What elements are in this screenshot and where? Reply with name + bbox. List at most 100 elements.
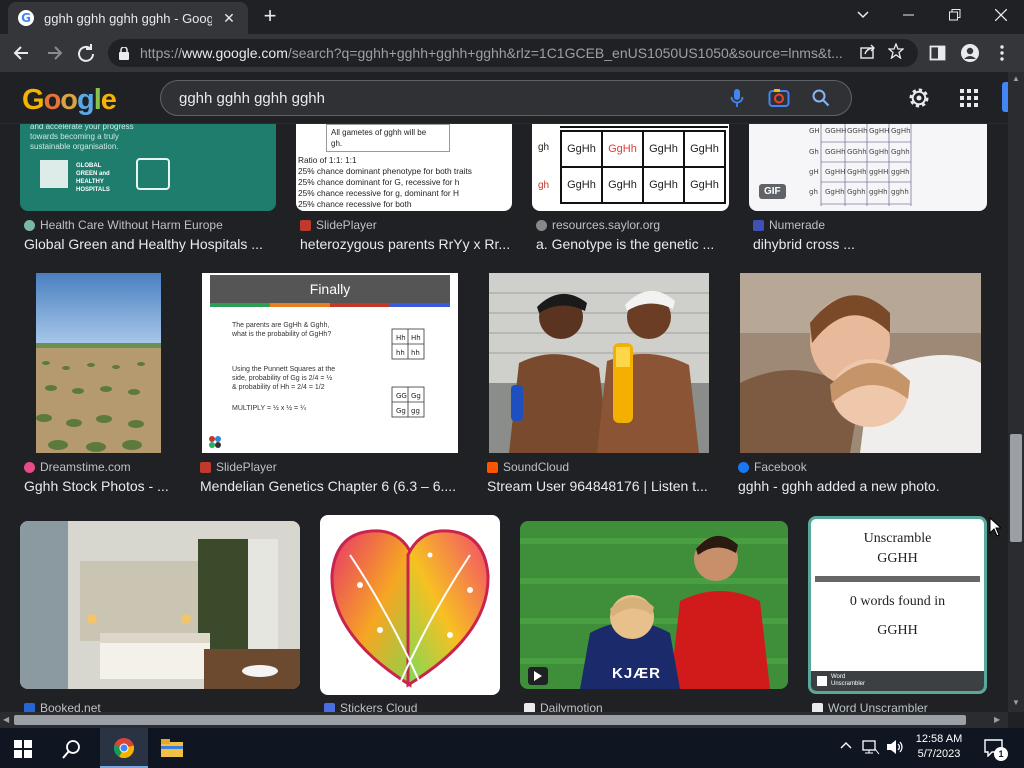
taskbar-chrome-button[interactable] bbox=[100, 728, 148, 768]
new-tab-button[interactable]: + bbox=[258, 4, 282, 28]
taskbar-clock[interactable]: 12:58 AM 5/7/2023 bbox=[906, 732, 972, 762]
logo-caption: GLOBAL GREEN and HEALTHY HOSPITALS bbox=[76, 163, 110, 193]
tab-close-button[interactable]: ✕ bbox=[220, 10, 238, 27]
source-name: Health Care Without Harm Europe bbox=[40, 218, 223, 232]
network-icon[interactable] bbox=[862, 739, 880, 755]
browser-tab[interactable]: G gghh gghh gghh gghh - Google ✕ bbox=[8, 2, 248, 34]
result-source[interactable]: Word Unscrambler bbox=[812, 701, 928, 712]
result-thumbnail[interactable] bbox=[20, 521, 300, 689]
slide-heading: Finally bbox=[210, 275, 450, 303]
result-source[interactable]: Numerade bbox=[753, 218, 825, 232]
image-result-card[interactable]: Facebook gghh - gghh added a new photo. bbox=[734, 273, 984, 503]
image-result-card[interactable]: All gametes of gghh will be gh. Ratio of… bbox=[296, 124, 512, 254]
result-thumbnail[interactable]: Finally The parents are GgHh & Gghh, wha… bbox=[202, 273, 458, 453]
vertical-scroll-thumb[interactable] bbox=[1010, 434, 1022, 542]
menu-dots-icon[interactable] bbox=[992, 43, 1012, 63]
result-thumbnail[interactable] bbox=[489, 273, 709, 453]
image-result-card[interactable]: Finally The parents are GgHh & Gghh, wha… bbox=[196, 273, 462, 503]
result-source[interactable]: Booked.net bbox=[24, 701, 101, 712]
image-result-card[interactable]: Booked.net bbox=[20, 521, 300, 712]
horizontal-scrollbar[interactable]: ◀ ▶ bbox=[0, 712, 1008, 728]
grid-cell: GgHh bbox=[644, 168, 683, 202]
result-thumbnail[interactable] bbox=[36, 273, 161, 453]
result-source[interactable]: SoundCloud bbox=[487, 460, 569, 474]
reload-icon[interactable] bbox=[74, 41, 98, 65]
result-thumbnail[interactable]: and accelerate your progress towards bec… bbox=[20, 124, 276, 211]
settings-gear-icon[interactable] bbox=[907, 86, 931, 110]
scroll-left-arrow-icon[interactable]: ◀ bbox=[3, 715, 9, 724]
result-source[interactable]: Facebook bbox=[738, 460, 807, 474]
result-source[interactable]: Health Care Without Harm Europe bbox=[24, 218, 223, 232]
image-result-card[interactable]: KJÆR Dailymotion bbox=[520, 521, 788, 712]
result-title[interactable]: Stream User 964848176 | Listen t... bbox=[487, 478, 711, 494]
image-result-card[interactable]: Dreamstime.com Gghh Stock Photos - ... bbox=[20, 273, 180, 503]
windows-start-icon[interactable] bbox=[14, 740, 32, 758]
google-header: Google gghh gghh gghh gghh bbox=[0, 72, 1008, 124]
scroll-right-arrow-icon[interactable]: ▶ bbox=[994, 715, 1000, 724]
close-window-button[interactable] bbox=[978, 0, 1024, 30]
horizontal-scroll-thumb[interactable] bbox=[14, 715, 966, 725]
result-title[interactable]: Gghh Stock Photos - ... bbox=[24, 478, 180, 494]
profile-avatar-icon[interactable] bbox=[960, 43, 980, 63]
search-query-text[interactable]: gghh gghh gghh gghh bbox=[179, 90, 707, 107]
result-thumbnail[interactable]: KJÆR bbox=[520, 521, 788, 689]
result-thumbnail[interactable]: All gametes of gghh will be gh. Ratio of… bbox=[296, 124, 512, 211]
result-thumbnail[interactable] bbox=[320, 515, 500, 695]
share-icon[interactable] bbox=[860, 43, 880, 63]
result-title[interactable]: a. Genotype is the genetic ... bbox=[536, 236, 726, 252]
result-source[interactable]: SlidePlayer bbox=[300, 218, 377, 232]
back-icon[interactable] bbox=[10, 41, 34, 65]
result-title[interactable]: Global Green and Healthy Hospitals ... bbox=[24, 236, 276, 252]
vertical-scrollbar[interactable]: ▲ ▼ bbox=[1008, 72, 1024, 712]
notification-count-badge: 1 bbox=[994, 747, 1008, 761]
result-source[interactable]: Stickers Cloud bbox=[324, 701, 417, 712]
search-icon[interactable] bbox=[809, 86, 833, 110]
minimize-button[interactable] bbox=[886, 0, 932, 30]
result-title[interactable]: gghh - gghh added a new photo. bbox=[738, 478, 984, 494]
play-icon[interactable] bbox=[528, 667, 548, 685]
thumb-text: 25% chance dominant phenotype for both t… bbox=[298, 166, 472, 176]
side-panel-icon[interactable] bbox=[928, 43, 948, 63]
sign-in-button-edge[interactable] bbox=[1002, 82, 1008, 112]
image-result-card[interactable]: SoundCloud Stream User 964848176 | Liste… bbox=[483, 273, 713, 503]
scroll-down-arrow-icon[interactable]: ▼ bbox=[1012, 698, 1020, 707]
image-result-card[interactable]: GH Gh gH gh GGHH GGHh GgHH GgHh GGHh GGhh GgHh Gg… bbox=[749, 124, 987, 254]
image-result-card[interactable]: Unscramble GGHH 0 words found in GGHH Wo… bbox=[808, 516, 988, 712]
forward-icon[interactable] bbox=[42, 41, 66, 65]
result-source[interactable]: Dreamstime.com bbox=[24, 460, 131, 474]
volume-icon[interactable] bbox=[886, 739, 904, 755]
taskbar-search-icon[interactable] bbox=[62, 739, 82, 759]
result-source[interactable]: resources.saylor.org bbox=[536, 218, 660, 232]
result-thumbnail[interactable]: gh gh GgHh GgHh GgHh GgHh GgHh GgHh GgHh… bbox=[532, 124, 729, 211]
result-title[interactable]: heterozygous parents RrYy x Rr... bbox=[300, 236, 512, 252]
restore-button[interactable] bbox=[932, 0, 978, 30]
google-logo[interactable]: Google bbox=[22, 84, 117, 117]
address-bar[interactable]: https://www.google.com/search?q=gghh+ggh… bbox=[108, 39, 918, 67]
file-explorer-icon[interactable] bbox=[160, 738, 184, 758]
notification-center-icon[interactable]: 1 bbox=[984, 739, 1008, 761]
result-title[interactable]: dihybrid cross ... bbox=[753, 236, 985, 252]
browser-toolbar: https://www.google.com/search?q=gghh+ggh… bbox=[0, 34, 1024, 72]
search-input[interactable]: gghh gghh gghh gghh bbox=[160, 80, 852, 116]
microphone-icon[interactable] bbox=[725, 86, 749, 110]
result-thumbnail[interactable]: GH Gh gH gh GGHH GGHh GgHH GgHh GGHh GGhh GgHh Gg… bbox=[749, 124, 987, 211]
svg-text:GGHh: GGHh bbox=[847, 127, 868, 135]
bookmark-star-icon[interactable] bbox=[888, 43, 908, 63]
color-stripe bbox=[210, 303, 450, 307]
apps-grid-icon[interactable] bbox=[957, 86, 981, 110]
thumb-text: gh. bbox=[331, 139, 343, 148]
result-source[interactable]: Dailymotion bbox=[524, 701, 603, 712]
result-thumbnail[interactable] bbox=[740, 273, 981, 453]
image-result-card[interactable]: gh gh GgHh GgHh GgHh GgHh GgHh GgHh GgHh… bbox=[532, 124, 729, 254]
lock-icon[interactable] bbox=[118, 47, 130, 60]
image-result-card[interactable]: Stickers Cloud bbox=[320, 515, 500, 712]
tray-chevron-up-icon[interactable] bbox=[840, 741, 852, 749]
result-source[interactable]: SlidePlayer bbox=[200, 460, 277, 474]
result-thumbnail[interactable]: Unscramble GGHH 0 words found in GGHH Wo… bbox=[808, 516, 987, 694]
result-title[interactable]: Mendelian Genetics Chapter 6 (6.3 – 6...… bbox=[200, 478, 460, 494]
image-result-card[interactable]: and accelerate your progress towards bec… bbox=[20, 124, 276, 254]
scroll-up-arrow-icon[interactable]: ▲ bbox=[1012, 74, 1020, 83]
camera-lens-icon[interactable] bbox=[767, 86, 791, 110]
svg-text:GGHH: GGHH bbox=[825, 127, 846, 135]
tab-search-icon[interactable] bbox=[840, 0, 886, 30]
